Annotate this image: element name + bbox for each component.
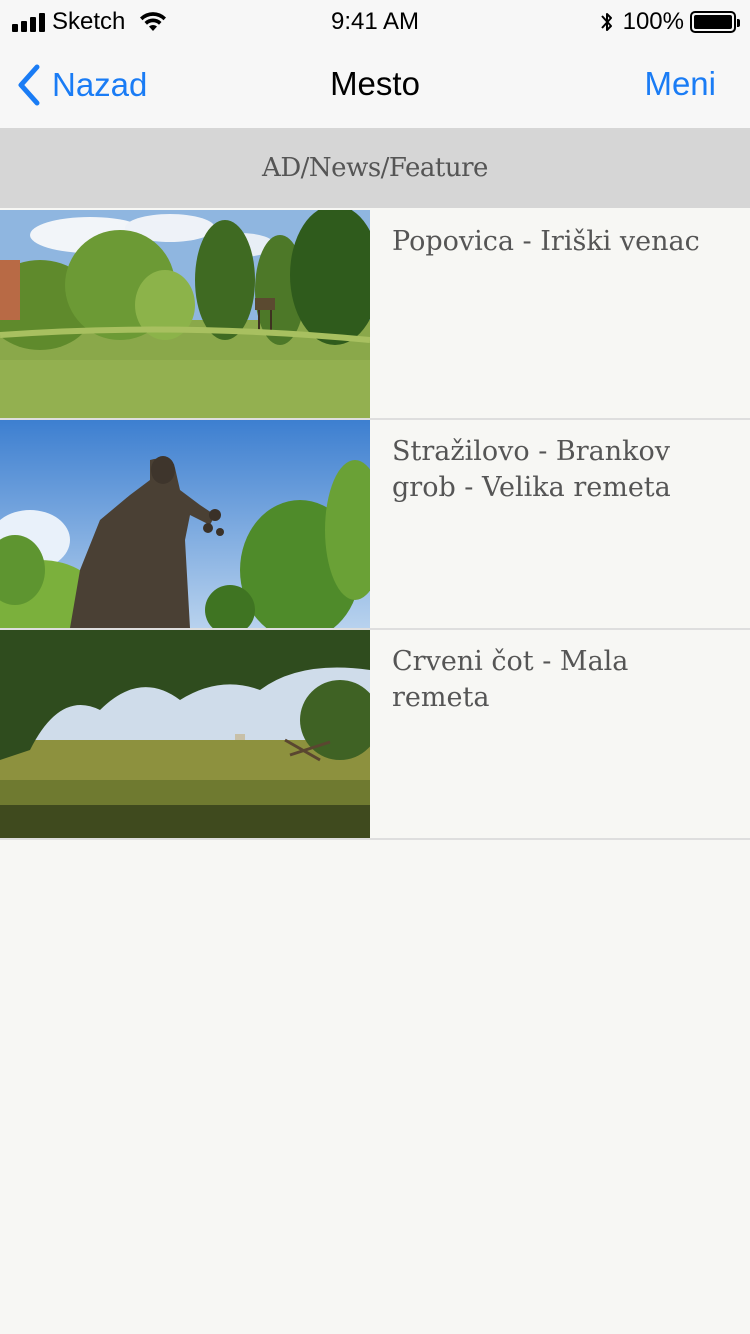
list-item-title: Stražilovo - Brankov grob - Velika remet… <box>392 436 671 503</box>
battery-icon <box>690 11 740 33</box>
status-right: 100% <box>599 8 740 36</box>
battery-percent: 100% <box>622 8 684 35</box>
location-list: Popovica - Iriški venac Stražilovo - Bra… <box>0 210 750 840</box>
section-header-label: AD/News/Feature <box>262 153 488 183</box>
list-item-title: Popovica - Iriški venac <box>392 226 700 257</box>
forest-meadow-photo <box>0 210 370 418</box>
bluetooth-icon <box>600 13 612 31</box>
list-item-title: Crveni čot - Mala remeta <box>392 646 629 713</box>
list-item[interactable]: Crveni čot - Mala remeta <box>0 630 750 840</box>
list-item[interactable]: Popovica - Iriški venac <box>0 210 750 420</box>
navigation-bar: Nazad Mesto Meni <box>0 42 750 128</box>
field-under-trees-photo <box>0 630 370 838</box>
section-header: AD/News/Feature <box>0 128 750 208</box>
status-bar: Sketch 9:41 AM 100% <box>0 0 750 42</box>
list-item[interactable]: Stražilovo - Brankov grob - Velika remet… <box>0 420 750 630</box>
page-title: Mesto <box>330 65 420 102</box>
menu-button[interactable]: Meni <box>644 64 716 104</box>
screen: Sketch 9:41 AM 100% Nazad Mesto Meni AD/… <box>0 0 750 1334</box>
statue-photo <box>0 420 370 628</box>
